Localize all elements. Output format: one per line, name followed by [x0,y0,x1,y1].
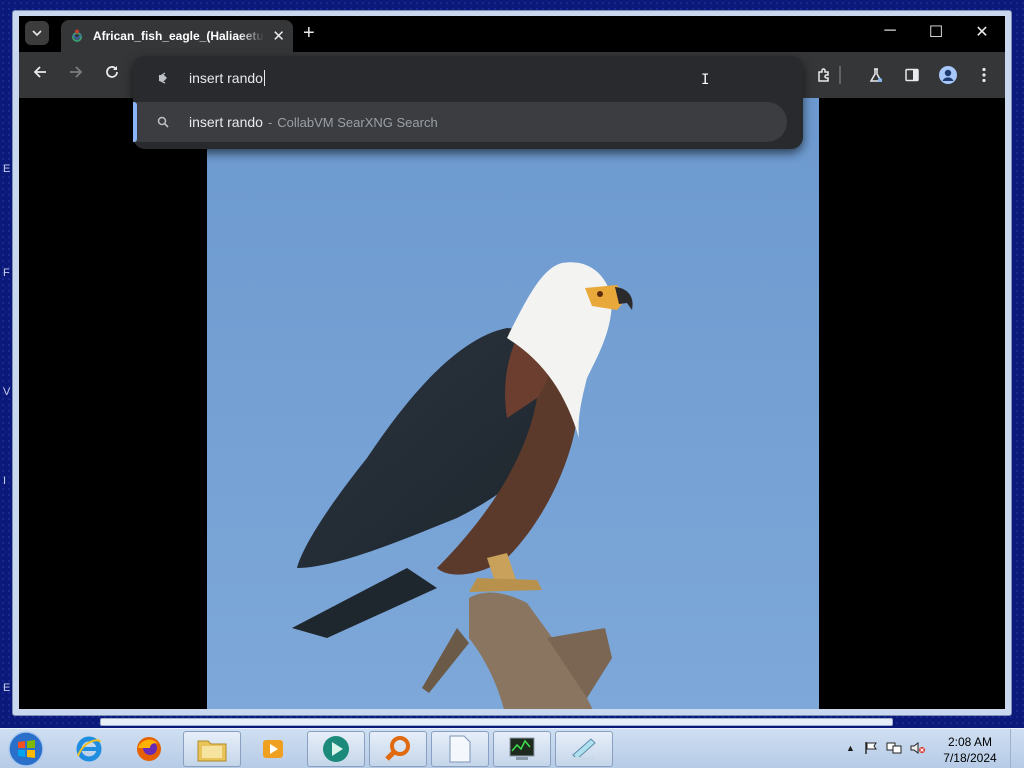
desktop-icon-label: E [3,682,11,694]
maximize-button[interactable]: ☐ [913,22,959,42]
suggestion-separator: - [267,114,273,130]
action-center-flag-icon[interactable] [864,741,878,758]
reload-button[interactable] [101,64,123,84]
side-panel-button[interactable] [901,64,923,86]
more-vert-icon [982,67,986,83]
omnibox-dropdown: insert rando I insert rando - CollabVM S… [133,56,803,149]
network-icon[interactable] [886,741,902,758]
tray-expand-icon[interactable]: ▲ [846,743,855,753]
clock[interactable]: 2:08 AM 7/18/2024 [940,734,1000,766]
browser-frame: African_fish_eagle_(Haliaeetus_vocifer).… [19,16,1005,709]
taskbar-search[interactable] [369,731,427,767]
volume-muted-icon[interactable] [910,741,926,758]
side-panel-icon [905,68,919,82]
extensions-button[interactable] [813,64,835,86]
reload-icon [106,66,118,78]
tab-strip: African_fish_eagle_(Haliaeetus_vocifer).… [19,16,1005,52]
address-input-text[interactable]: insert rando [189,70,263,86]
horizontal-scrollbar[interactable] [100,718,893,726]
taskbar-media-player[interactable] [244,731,302,767]
taskbar-document[interactable] [431,731,489,767]
desktop-icon-label: E [3,163,11,175]
show-desktop-button[interactable] [1010,729,1024,768]
taskbar-explorer[interactable] [183,731,241,767]
menu-button[interactable] [973,64,995,86]
flask-icon [869,68,883,82]
labs-button[interactable] [865,64,887,86]
omnibox-suggestion[interactable]: insert rando - CollabVM SearXNG Search [133,102,787,142]
desktop-icon-label: V [3,386,11,398]
taskbar: ▲ 2:08 AM 7/18/2024 [0,728,1024,768]
puzzle-icon [818,68,829,82]
firefox-icon [137,737,161,761]
media-center-icon [323,736,349,762]
internet-explorer-icon [76,736,102,762]
magnifier-icon [385,736,410,761]
taskbar-app[interactable] [555,731,613,767]
clock-date: 7/18/2024 [943,751,997,765]
new-tab-button[interactable]: + [303,23,315,43]
windows-logo-icon [8,731,44,767]
page-content [19,98,1005,709]
page-info-icon[interactable] [155,70,171,86]
omnibox-input-row[interactable]: insert rando I [133,56,803,100]
media-player-icon [263,740,283,758]
text-caret [263,70,265,86]
task-manager-icon [509,737,535,760]
close-window-button[interactable]: ✕ [959,22,1005,42]
back-button[interactable] [29,64,51,84]
search-icon [155,116,171,128]
clock-time: 2:08 AM [947,735,993,749]
desktop-icon-label: F [3,267,10,279]
start-button[interactable] [6,730,46,768]
taskbar-ie[interactable] [60,731,118,767]
toolbar-divider [839,66,841,84]
minimize-button[interactable]: ─ [867,22,913,40]
tab-close-icon[interactable]: ✕ [272,29,285,44]
arrow-left-icon [33,66,46,78]
tab-title: African_fish_eagle_(Haliaeetus_vocifer).… [92,29,264,43]
eagle-image [207,98,819,709]
system-tray: ▲ 2:08 AM 7/18/2024 [834,729,1024,768]
profile-button[interactable] [937,64,959,86]
document-icon [449,735,471,763]
browser-window: African_fish_eagle_(Haliaeetus_vocifer).… [12,10,1012,716]
desktop-icon-label: I [3,475,7,487]
taskbar-task-manager[interactable] [493,731,551,767]
taskbar-firefox[interactable] [120,731,178,767]
address-bar[interactable]: insert rando [189,70,265,86]
arrow-right-icon [70,66,83,78]
tab-active[interactable]: African_fish_eagle_(Haliaeetus_vocifer).… [61,20,293,52]
suggestion-query: insert rando [189,114,263,130]
folder-icon [197,740,227,762]
wikimedia-icon [69,28,85,44]
taskbar-app-active[interactable] [307,731,365,767]
tab-search-button[interactable] [25,21,49,45]
forward-button[interactable] [65,64,87,84]
eagle-photo [207,98,819,709]
avatar-icon [939,66,957,84]
notepad-icon [572,738,596,760]
ibeam-cursor-icon: I [701,72,710,88]
suggestion-engine: CollabVM SearXNG Search [277,114,438,130]
chevron-down-icon [32,30,42,36]
